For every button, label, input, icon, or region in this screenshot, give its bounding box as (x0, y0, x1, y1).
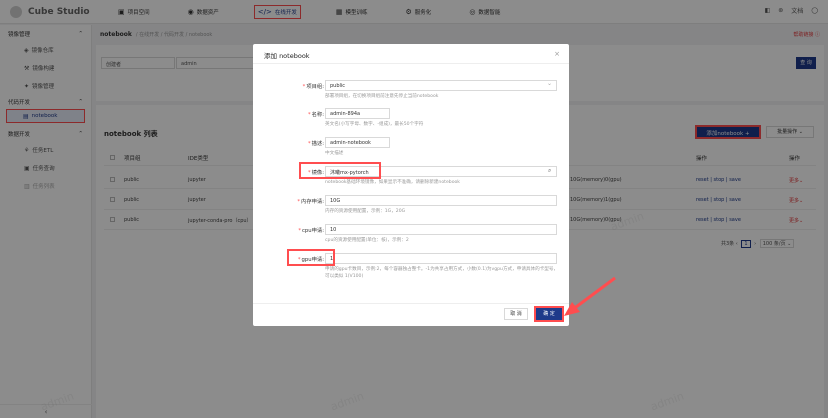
gpu-help: 申请的gpu卡数目，示例:2，每个容器独占整卡。-1为共享占用方式，小数(0.1… (325, 267, 559, 279)
field-label-text: 内存申请: (301, 199, 324, 205)
image-highlight-box (299, 162, 381, 179)
cancel-button[interactable]: 取 消 (504, 308, 528, 320)
modal-footer-divider (253, 303, 569, 304)
image-help: notebook基础环境镜像，如果显示不准确，请删除新建notebook (325, 180, 460, 185)
description-input[interactable]: admin-notebook (325, 137, 390, 148)
modal-header-divider (253, 63, 569, 64)
project-select[interactable]: public (325, 80, 557, 91)
cpu-input[interactable]: 10 (325, 224, 557, 235)
gpu-input[interactable]: 1 (325, 253, 557, 264)
name-input[interactable]: admin-894a (325, 108, 390, 119)
description-label: *描述: (307, 141, 324, 147)
field-label-text: 名称: (311, 112, 324, 118)
memory-help: 内存的资源使用配置，示例：1G，20G (325, 209, 406, 214)
description-help: 中文描述 (325, 151, 344, 156)
project-help: 部署项目组，在切换项目组前注意先停止当前notebook (325, 94, 439, 99)
add-notebook-modal: 添加 notebook × *项目组: public 部署项目组，在切换项目组前… (253, 44, 569, 326)
name-label: *名称: (307, 112, 324, 118)
close-icon[interactable]: × (554, 50, 560, 58)
memory-input[interactable]: 10G (325, 195, 557, 206)
field-label-text: 项目组: (306, 84, 324, 90)
annotation-arrow-icon (564, 276, 616, 316)
cpu-help: cpu的资源使用配置(单位：核)，示例：2 (325, 238, 409, 243)
project-label: *项目组: (302, 84, 324, 90)
modal-title: 添加 notebook (264, 52, 310, 60)
field-label-text: cpu申请: (301, 228, 324, 234)
gpu-highlight-box (287, 249, 335, 266)
cpu-label: *cpu申请: (298, 228, 324, 234)
memory-label: *内存申请: (297, 199, 324, 205)
name-help: 英文名(小写字母、数字、-组成)，最长50个字符 (325, 122, 424, 127)
search-icon[interactable]: ⌕ (548, 167, 551, 175)
field-label-text: 描述: (311, 141, 324, 147)
